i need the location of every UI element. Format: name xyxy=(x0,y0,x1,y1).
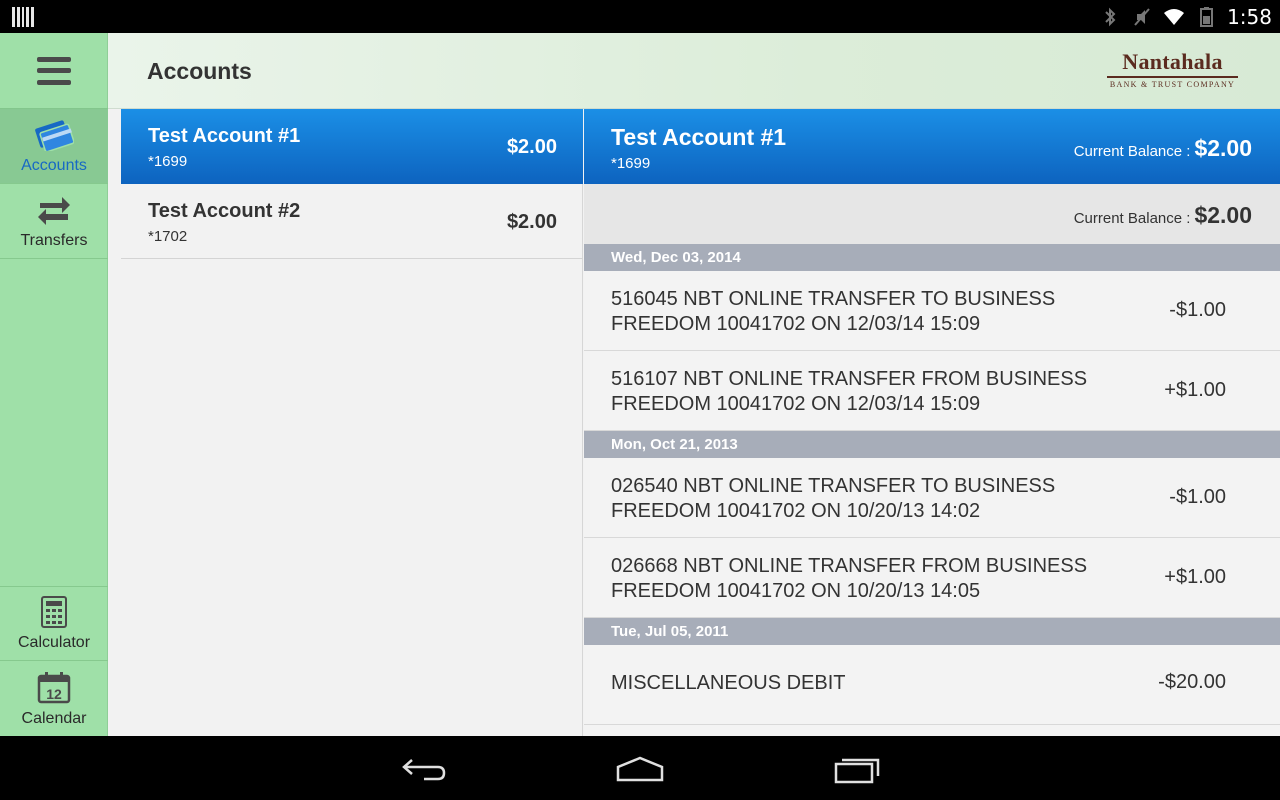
date-header: Tue, Jul 05, 2011 xyxy=(584,618,1280,645)
hamburger-icon xyxy=(37,56,71,85)
sidebar-item-transfers[interactable]: Transfers xyxy=(0,184,108,259)
wifi-icon xyxy=(1164,9,1185,25)
barcode-notification-icon xyxy=(12,7,34,27)
clock: 1:58 xyxy=(1227,5,1272,29)
sidebar-item-label: Accounts xyxy=(21,157,87,174)
app-window: Accounts Transfers Calculator 12 Calenda… xyxy=(0,33,1280,736)
account-item-2[interactable]: Test Account #2 *1702 $2.00 xyxy=(121,184,583,259)
logo-name: Nantahala xyxy=(1122,49,1223,74)
transaction-row[interactable]: MISCELLANEOUS DEBIT -$20.00 xyxy=(584,645,1280,725)
sidebar-item-label: Calendar xyxy=(21,710,87,727)
sidebar-item-label: Transfers xyxy=(20,232,88,249)
detail-balance: Current Balance : $2.00 xyxy=(1074,135,1252,162)
transaction-row[interactable]: 026540 NBT ONLINE TRANSFER TO BUSINESS F… xyxy=(584,458,1280,538)
menu-button[interactable] xyxy=(0,33,108,109)
transaction-row[interactable]: 516045 NBT ONLINE TRANSFER TO BUSINESS F… xyxy=(584,271,1280,351)
detail-account-number: *1699 xyxy=(611,155,651,172)
status-bar: 1:58 xyxy=(0,0,1280,33)
transaction-amount: +$1.00 xyxy=(1164,566,1226,588)
calendar-badge: 12 xyxy=(46,686,62,702)
account-balance: $2.00 xyxy=(506,211,557,233)
logo-subtitle: BANK & TRUST COMPANY xyxy=(1109,80,1236,89)
date-header: Mon, Oct 21, 2013 xyxy=(584,431,1280,458)
back-icon[interactable] xyxy=(398,754,450,784)
account-number: *1699 xyxy=(148,153,188,170)
sidebar-item-calendar[interactable]: 12 Calendar xyxy=(0,661,108,736)
transaction-description: 026540 NBT ONLINE TRANSFER TO BUSINESS F… xyxy=(611,475,1056,522)
transaction-amount: +$1.00 xyxy=(1164,379,1226,401)
bluetooth-icon xyxy=(1105,7,1116,27)
status-icons: 1:58 xyxy=(1099,4,1272,30)
account-item-1[interactable]: Test Account #1 *1699 $2.00 xyxy=(121,109,583,184)
transaction-description: 516045 NBT ONLINE TRANSFER TO BUSINESS F… xyxy=(611,288,1056,335)
date-header: Wed, Dec 03, 2014 xyxy=(584,244,1280,271)
transaction-description: MISCELLANEOUS DEBIT xyxy=(611,672,846,694)
transaction-amount: -$20.00 xyxy=(1158,671,1226,693)
recents-icon[interactable] xyxy=(830,754,882,784)
account-detail: Test Account #1 *1699 Current Balance : … xyxy=(584,109,1280,736)
detail-account-name: Test Account #1 xyxy=(611,124,787,150)
balance-label: Current Balance : xyxy=(1073,143,1191,160)
sidebar-item-accounts[interactable]: Accounts xyxy=(0,109,108,184)
card-icon xyxy=(35,120,74,151)
accounts-list: Test Account #1 *1699 $2.00 Test Account… xyxy=(121,109,583,736)
app-header: Accounts Nantahala BANK & TRUST COMPANY xyxy=(108,33,1280,109)
transaction-row[interactable]: 026668 NBT ONLINE TRANSFER FROM BUSINESS… xyxy=(584,538,1280,618)
home-icon[interactable] xyxy=(614,754,666,784)
balance-value: $2.00 xyxy=(1194,135,1252,161)
account-number: *1702 xyxy=(148,228,188,245)
balance-label: Current Balance : xyxy=(1073,210,1191,227)
battery-icon xyxy=(1200,7,1214,27)
balance-value: $2.00 xyxy=(1194,202,1252,228)
transaction-amount: -$1.00 xyxy=(1169,486,1226,508)
calendar-icon: 12 xyxy=(37,672,71,704)
sidebar-item-calculator[interactable]: Calculator xyxy=(0,586,108,661)
transaction-row[interactable]: 516107 NBT ONLINE TRANSFER FROM BUSINESS… xyxy=(584,351,1280,431)
sidebar-item-label: Calculator xyxy=(17,634,91,651)
page-title: Accounts xyxy=(147,58,252,84)
account-name: Test Account #2 xyxy=(148,200,301,222)
bank-logo: Nantahala BANK & TRUST COMPANY xyxy=(1105,49,1240,89)
system-nav-bar xyxy=(0,736,1280,800)
account-name: Test Account #1 xyxy=(148,125,301,147)
current-balance-bar: Current Balance : $2.00 xyxy=(584,184,1280,244)
transfer-arrows-icon xyxy=(38,197,70,225)
transaction-description: 516107 NBT ONLINE TRANSFER FROM BUSINESS… xyxy=(611,368,1088,415)
sidebar: Accounts Transfers Calculator 12 Calenda… xyxy=(0,33,108,736)
calculator-icon xyxy=(41,596,67,628)
transaction-amount: -$1.00 xyxy=(1169,299,1226,321)
muted-icon xyxy=(1134,8,1150,26)
transaction-description: 026668 NBT ONLINE TRANSFER FROM BUSINESS… xyxy=(611,555,1088,602)
detail-header: Test Account #1 *1699 Current Balance : … xyxy=(584,109,1280,184)
account-balance: $2.00 xyxy=(506,136,557,158)
